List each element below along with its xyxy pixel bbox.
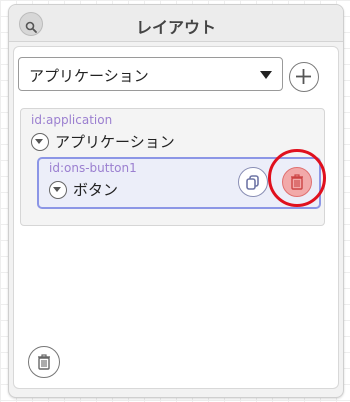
panel-title: レイアウト: [135, 18, 216, 37]
child-node-label: ボタン: [73, 181, 119, 199]
delete-button[interactable]: [28, 346, 60, 378]
collapse-icon[interactable]: [31, 132, 49, 151]
add-button[interactable]: [289, 62, 319, 92]
panel-header: レイアウト: [9, 5, 343, 42]
layout-tree: id:application アプリケーション id:ons-button1 ボ…: [20, 108, 325, 226]
trash-icon: [38, 354, 50, 370]
child-node-row[interactable]: ボタン: [49, 179, 118, 200]
root-node[interactable]: アプリケーション: [31, 131, 175, 152]
root-node-label: アプリケーション: [55, 133, 175, 151]
trash-icon: [291, 174, 303, 190]
component-select[interactable]: アプリケーション: [18, 57, 283, 91]
component-select-value: アプリケーション: [29, 67, 149, 85]
copy-button[interactable]: [238, 167, 268, 197]
plus-icon: [296, 69, 311, 84]
child-node-id: id:ons-button1: [49, 161, 137, 175]
root-node-id: id:application: [31, 113, 113, 127]
delete-node-button[interactable]: [282, 167, 312, 197]
chevron-down-icon: [260, 71, 272, 79]
copy-icon: [246, 175, 259, 190]
child-node-selected[interactable]: id:ons-button1 ボタン: [37, 157, 321, 209]
collapse-icon[interactable]: [49, 180, 67, 199]
